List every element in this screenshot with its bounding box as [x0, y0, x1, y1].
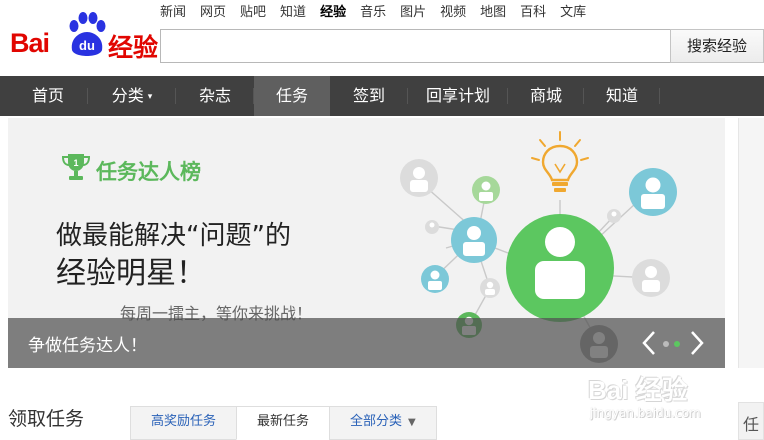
- nav-item-label: 分类: [111, 86, 144, 105]
- nav-item-3[interactable]: 杂志: [176, 76, 254, 116]
- task-tab-2[interactable]: 最新任务: [236, 406, 330, 440]
- logo-jingyan-text: 经验: [108, 33, 159, 62]
- logo-du-text: du: [79, 38, 95, 53]
- section-title: 领取任务: [8, 408, 85, 430]
- nav-item-label: 回享计划: [425, 86, 490, 105]
- nav-item-label: 商城: [529, 86, 562, 105]
- logo-bai-text: Bai: [10, 28, 50, 58]
- banner-headline-line2: 经验明星！: [56, 256, 206, 291]
- product-link-8[interactable]: 视频: [440, 4, 466, 24]
- task-tab-label: 高奖励任务: [151, 414, 217, 429]
- slide-indicator: [663, 341, 683, 347]
- product-link-10[interactable]: 百科: [520, 4, 546, 24]
- nav-item-7[interactable]: 商城: [508, 76, 584, 116]
- nav-item-label: 杂志: [198, 86, 231, 105]
- product-link-5[interactable]: 经验: [320, 4, 346, 24]
- nav-item-label: 签到: [352, 86, 385, 105]
- side-panel-box: 任: [738, 402, 764, 440]
- baidu-jingyan-watermark: Bai 经验 jingyan.baidu.com: [588, 368, 728, 428]
- trophy-icon: 1: [61, 154, 91, 180]
- nav-item-2[interactable]: 分类 ▾: [88, 76, 176, 116]
- slide-dot-2[interactable]: [674, 341, 680, 347]
- product-link-11[interactable]: 文库: [560, 4, 586, 24]
- product-link-2[interactable]: 网页: [200, 4, 226, 24]
- side-panel-text: 任: [743, 415, 760, 434]
- product-link-6[interactable]: 音乐: [360, 4, 386, 24]
- search-input[interactable]: [160, 29, 670, 63]
- nav-item-label: 任务: [275, 86, 308, 105]
- side-panel: [738, 118, 764, 368]
- nav-item-label: 知道: [605, 86, 638, 105]
- product-link-4[interactable]: 知道: [280, 4, 306, 24]
- next-slide-arrow-icon[interactable]: [686, 328, 708, 358]
- watermark-url: jingyan.baidu.com: [590, 406, 701, 420]
- task-tabs: 高奖励任务 最新任务 全部分类 ▼: [130, 406, 437, 440]
- search-button[interactable]: 搜索经验: [670, 29, 764, 63]
- prev-slide-arrow-icon[interactable]: [638, 328, 660, 358]
- task-tab-label: 最新任务: [257, 414, 310, 429]
- nav-item-1[interactable]: 首页: [8, 76, 88, 116]
- svg-text:1: 1: [73, 158, 78, 168]
- nav-item-6[interactable]: 回享计划: [408, 76, 508, 116]
- banner-title: 任务达人榜: [96, 160, 201, 184]
- nav-item-5[interactable]: 签到: [330, 76, 408, 116]
- task-tab-3[interactable]: 全部分类 ▼: [329, 406, 437, 440]
- task-tab-1[interactable]: 高奖励任务: [130, 406, 237, 440]
- nav-item-4[interactable]: 任务: [254, 76, 330, 116]
- product-link-9[interactable]: 地图: [480, 4, 506, 24]
- lightbulb-icon: [531, 131, 589, 192]
- nav-item-8[interactable]: 知道: [584, 76, 660, 116]
- task-banner[interactable]: 1 任务达人榜 做最能解决“问题”的 经验明星！ 每周一擂主，等你来挑战！ 争做…: [8, 118, 725, 368]
- banner-headline-line1: 做最能解决“问题”的: [56, 221, 291, 251]
- watermark-logo: Bai 经验: [588, 375, 688, 405]
- chevron-down-icon: ▾: [147, 92, 153, 102]
- paw-icon: du: [69, 12, 106, 56]
- task-tab-label: 全部分类: [350, 414, 403, 429]
- product-link-1[interactable]: 新闻: [160, 4, 186, 24]
- banner-caption[interactable]: 争做任务达人！: [28, 331, 147, 356]
- product-link-3[interactable]: 贴吧: [240, 4, 266, 24]
- main-nav: 首页 分类 ▾ 杂志 任务 签到 回享计划 商城 知道: [0, 76, 764, 116]
- chevron-down-icon: ▼: [408, 417, 416, 428]
- baidu-jingyan-logo[interactable]: Bai du 经验: [10, 12, 158, 62]
- slide-dot-1[interactable]: [663, 341, 669, 347]
- product-nav: 新闻 网页 贴吧 知道 经验 音乐 图片 视频 地图 百科 文库: [160, 4, 600, 24]
- product-link-7[interactable]: 图片: [400, 4, 426, 24]
- nav-item-label: 首页: [31, 86, 64, 105]
